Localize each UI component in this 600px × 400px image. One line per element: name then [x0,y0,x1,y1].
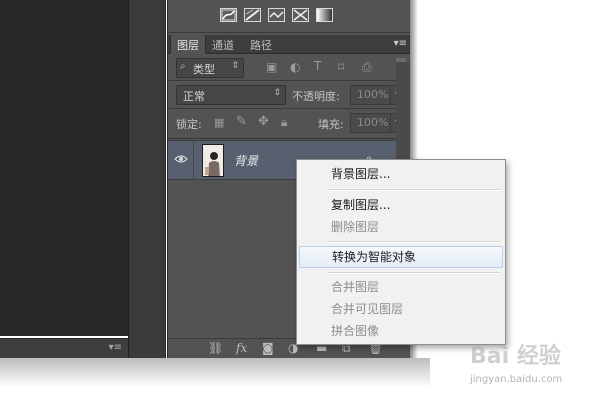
divider [168,138,411,139]
menu-item-merge-layers[interactable]: 合并图层 [299,276,503,298]
panel-dock-gutter [128,0,166,358]
adjustments-panel [168,0,411,33]
baidu-watermark: Bai 经验 jingyan.baidu.com [470,338,590,393]
menu-separator [327,189,501,191]
pixel-filter-icon[interactable]: ▣ [266,60,277,74]
layers-panel-tabs: 图层 通道 路径 ▾≡ [168,35,411,54]
lock-label: 锁定: [176,118,202,131]
layer-filter-value: 类型 [193,63,215,76]
fill-value: 100% [357,116,389,129]
link-icon[interactable]: ⛓︎ [208,341,223,355]
tab-channels[interactable]: 通道 [206,35,240,54]
smart-object-filter-icon[interactable]: ⎙ [362,60,372,75]
exposure-adjust-icon[interactable] [244,8,261,22]
lock-position-icon[interactable]: ✥ [258,114,269,129]
layer-context-menu: 背景图层... 复制图层... 删除图层 转换为智能对象 合并图层 合并可见图层… [296,159,506,345]
lock-all-icon[interactable]: 🔒︎ [281,115,287,130]
blend-mode-value: 正常 [183,90,205,103]
menu-item-duplicate-layer[interactable]: 复制图层... [299,194,503,216]
menu-item-convert-to-smart-object[interactable]: 转换为智能对象 [299,246,503,268]
menu-item-background-layer[interactable]: 背景图层... [299,163,503,185]
opacity-value: 100% [357,88,389,101]
menu-separator [327,272,501,274]
divider [168,108,411,109]
hsl-adjust-icon[interactable] [268,8,285,22]
panel-menu-icon[interactable]: ▾≡ [394,38,407,49]
tab-layers[interactable]: 图层 [170,35,206,54]
layer-thumbnail [202,144,224,177]
gradient-map-icon[interactable] [316,8,333,22]
menu-separator [327,241,501,243]
lock-pixels-brush-icon[interactable]: ✎ [236,114,247,129]
search-icon: ⌕ [180,61,186,72]
type-filter-icon[interactable]: T [314,59,321,73]
document-canvas[interactable] [0,0,128,336]
fill-label: 填充: [318,118,344,131]
watermark-url: jingyan.baidu.com [470,374,563,385]
status-menu-icon[interactable]: ▾≡ [109,342,122,353]
eye-icon [174,155,188,163]
layer-filter-dropdown[interactable]: ⌕ 类型 ⇕ [176,58,244,78]
window-shadow [0,358,430,400]
document-status-bar: ▾≡ [0,338,128,358]
shape-filter-icon[interactable]: ⌑ [338,60,344,74]
blend-mode-dropdown[interactable]: 正常 ⇕ [176,85,286,105]
fx-icon[interactable]: fx [236,341,247,355]
lock-transparent-icon[interactable]: ▦ [214,116,224,129]
chevron-updown-icon: ⇕ [231,61,239,71]
chevron-updown-icon: ⇕ [273,88,281,98]
menu-item-merge-visible[interactable]: 合并可见图层 [299,298,503,320]
mask-icon[interactable]: ◙ [262,341,274,355]
opacity-label: 不透明度: [292,90,340,103]
curves-adjust-icon[interactable] [220,8,237,22]
adjustment-filter-icon[interactable]: ◐ [290,60,300,74]
layer-name[interactable]: 背景 [234,152,258,169]
watermark-logo-text: Bai 经验 [470,344,561,369]
menu-item-delete-layer[interactable]: 删除图层 [299,216,503,238]
tab-paths[interactable]: 路径 [244,35,278,54]
divider [168,80,411,81]
channel-mixer-icon[interactable] [292,8,309,22]
visibility-toggle[interactable] [168,141,194,179]
